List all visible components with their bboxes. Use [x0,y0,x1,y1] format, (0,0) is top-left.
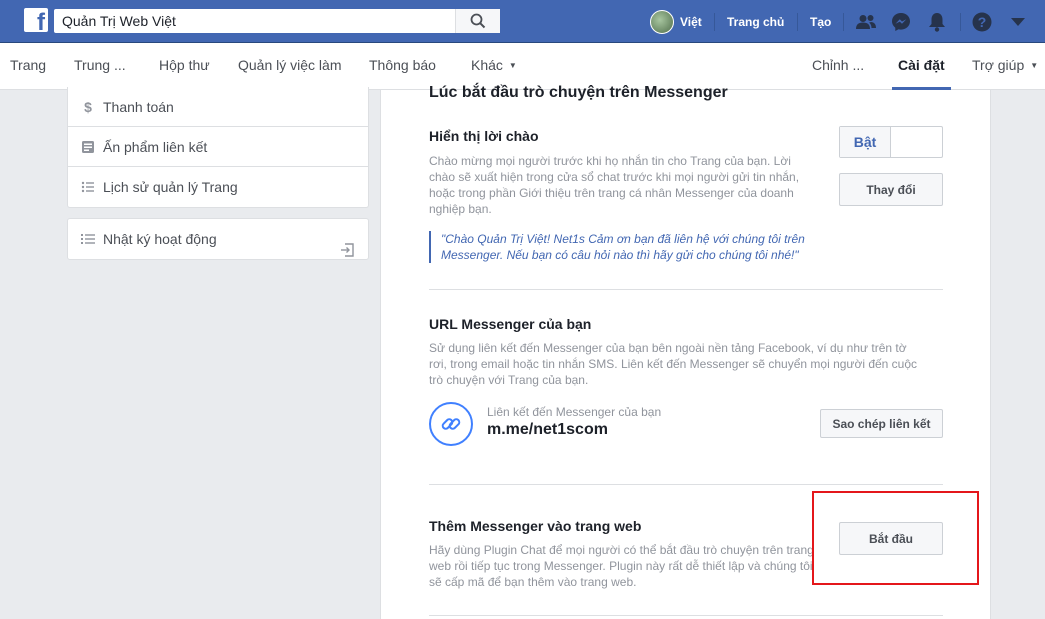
tab-edit[interactable]: Chỉnh ... [812,43,864,90]
url-title: URL Messenger của bạn [429,316,592,332]
facebook-logo-icon[interactable]: f [24,8,48,35]
plugin-description: Hãy dùng Plugin Chat để mọi người có thể… [429,542,819,590]
dollar-icon: $ [84,99,92,115]
description-line: Chào mừng mọi người trước khi họ nhắn ti… [429,154,791,168]
tab-settings[interactable]: Cài đặt [892,43,951,90]
tab-more[interactable]: Khác ▼ [471,43,517,90]
description-line: trò chuyện với Trang của bạn. [429,373,589,387]
settings-menu: $ Thanh toán Ấn phẩm liên kết Lịch sử qu… [67,87,369,208]
search-input[interactable] [54,9,444,33]
plugin-title: Thêm Messenger vào trang web [429,518,642,534]
tab-page[interactable]: Trang [10,43,46,90]
profile-name: Việt [680,14,702,29]
list-icon [80,231,96,247]
toggle-on-label: Bật [840,127,891,157]
search-icon [470,13,486,29]
section-heading: Lúc bắt đầu trò chuyện trên Messenger [429,84,728,101]
url-description: Sử dụng liên kết đến Messenger của bạn b… [429,340,959,388]
greeting-description: Chào mừng mọi người trước khi họ nhắn ti… [429,153,829,217]
tab-notifications[interactable]: Thông báo [369,43,436,90]
history-icon [80,179,96,195]
open-in-icon[interactable] [340,232,354,272]
tab-help-label: Trợ giúp [972,57,1025,73]
divider [797,12,798,31]
greeting-toggle[interactable]: Bật [839,126,943,158]
top-navigation-bar: f Việt Trang chủ Tạo ? [0,0,1045,43]
search-box [54,9,500,33]
account-menu-icon[interactable] [1008,0,1028,43]
sidebar-item-label: Nhật ký hoạt động [103,231,217,247]
copy-link-button[interactable]: Sao chép liên kết [820,409,943,438]
svg-text:?: ? [978,14,987,30]
home-link[interactable]: Trang chủ [727,15,784,29]
divider [429,484,943,485]
divider [429,289,943,290]
page-tabs-bar: Trang Trung ... Hộp thư Quản lý việc làm… [0,43,1045,90]
friend-requests-icon[interactable] [855,0,877,43]
change-greeting-button[interactable]: Thay đổi [839,173,943,206]
greeting-quote: "Chào Quản Trị Việt! Net1s Cảm ơn bạn đã… [429,231,809,263]
link-label: Liên kết đến Messenger của bạn [487,405,662,419]
avatar [650,9,674,34]
divider [960,12,961,31]
sidebar-item-payments[interactable]: $ Thanh toán [68,87,368,127]
description-line: web rồi tiếp tục trong Messenger. Plugin… [429,559,813,573]
activity-log-box: Nhật ký hoạt động [67,218,369,260]
notifications-icon[interactable] [926,0,948,43]
messenger-icon[interactable] [890,0,912,43]
greeting-title: Hiển thị lời chào [429,128,539,144]
tab-center[interactable]: Trung ... [74,43,126,90]
sidebar-item-label: Thanh toán [103,99,174,115]
caret-down-icon: ▼ [1030,61,1039,71]
description-line: chào sẽ xuất hiện trong cửa sổ chat trướ… [429,170,800,184]
description-line: sẽ cấp mã để bạn thêm vào trang web. [429,575,637,589]
messenger-link[interactable]: m.me/net1scom [487,421,608,439]
create-link[interactable]: Tạo [810,15,831,29]
divider [843,12,844,31]
highlight-box [812,491,979,585]
description-line: Hãy dùng Plugin Chat để mọi người có thể… [429,543,814,557]
sidebar-item-page-history[interactable]: Lịch sử quản lý Trang [68,167,368,207]
tab-inbox[interactable]: Hộp thư [159,43,210,90]
quote-line: Messenger. Nếu bạn có câu hỏi nào thì hã… [441,248,799,262]
description-line: hoặc trong phần Giới thiệu trên trang cá… [429,186,794,200]
description-line: rơi, trong email hoặc tin nhắn SMS. Liên… [429,357,918,371]
sidebar-item-label: Lịch sử quản lý Trang [103,179,238,195]
divider [714,12,715,31]
search-button[interactable] [455,9,500,33]
divider [429,615,943,616]
caret-down-icon: ▼ [508,61,517,71]
profile-link[interactable]: Việt [650,0,702,43]
publication-icon [80,139,96,155]
sidebar-item-activity-log[interactable]: Nhật ký hoạt động [68,219,368,259]
help-icon[interactable]: ? [971,0,993,43]
sidebar-item-branded-content[interactable]: Ấn phẩm liên kết [68,127,368,167]
description-line: nghiệp bạn. [429,202,492,216]
quote-line: "Chào Quản Trị Việt! Net1s Cảm ơn bạn đã… [441,232,805,246]
description-line: Sử dụng liên kết đến Messenger của bạn b… [429,341,907,355]
tab-help[interactable]: Trợ giúp ▼ [972,43,1038,90]
tab-jobs[interactable]: Quản lý việc làm [238,43,341,90]
tab-more-label: Khác [471,57,503,73]
sidebar-item-label: Ấn phẩm liên kết [103,139,208,155]
link-icon [429,402,473,446]
